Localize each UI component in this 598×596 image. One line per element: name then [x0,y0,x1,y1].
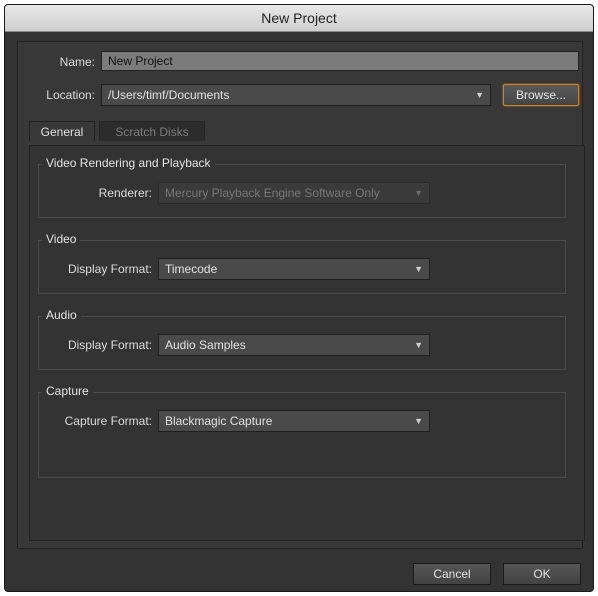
new-project-dialog: New Project Name: New Project Location: … [4,4,594,592]
audio-group-title: Audio [42,308,81,322]
video-rendering-title: Video Rendering and Playback [42,156,215,170]
ok-button[interactable]: OK [503,563,581,585]
audio-display-format-label: Display Format: [67,338,152,352]
chevron-down-icon: ▼ [414,340,423,350]
location-value: /Users/timf/Documents [108,88,230,102]
name-input[interactable]: New Project [101,51,579,71]
chevron-down-icon: ▼ [414,188,423,198]
renderer-value: Mercury Playback Engine Software Only [165,186,380,200]
video-display-format-label: Display Format: [67,262,152,276]
location-label: Location: [46,88,95,102]
window-title: New Project [5,5,593,32]
cancel-button[interactable]: Cancel [413,563,491,585]
renderer-select: Mercury Playback Engine Software Only ▼ [158,182,430,204]
video-display-format-select[interactable]: Timecode ▼ [158,258,430,280]
capture-format-label: Capture Format: [64,414,152,428]
tab-scratch-disks[interactable]: Scratch Disks [99,121,205,141]
general-tab-panel: Video Rendering and Playback Renderer: M… [29,145,585,541]
chevron-down-icon: ▼ [475,90,484,100]
audio-display-format-select[interactable]: Audio Samples ▼ [158,334,430,356]
capture-group [38,392,566,478]
name-label: Name: [59,55,95,69]
tab-general[interactable]: General [29,121,95,141]
capture-format-value: Blackmagic Capture [165,414,273,428]
video-display-format-value: Timecode [165,262,218,276]
location-select[interactable]: /Users/timf/Documents ▼ [101,84,491,106]
capture-group-title: Capture [42,384,93,398]
capture-format-select[interactable]: Blackmagic Capture ▼ [158,410,430,432]
browse-button[interactable]: Browse... [503,84,579,106]
audio-display-format-value: Audio Samples [165,338,246,352]
chevron-down-icon: ▼ [414,264,423,274]
chevron-down-icon: ▼ [414,416,423,426]
renderer-label: Renderer: [98,186,152,200]
video-group-title: Video [42,232,81,246]
